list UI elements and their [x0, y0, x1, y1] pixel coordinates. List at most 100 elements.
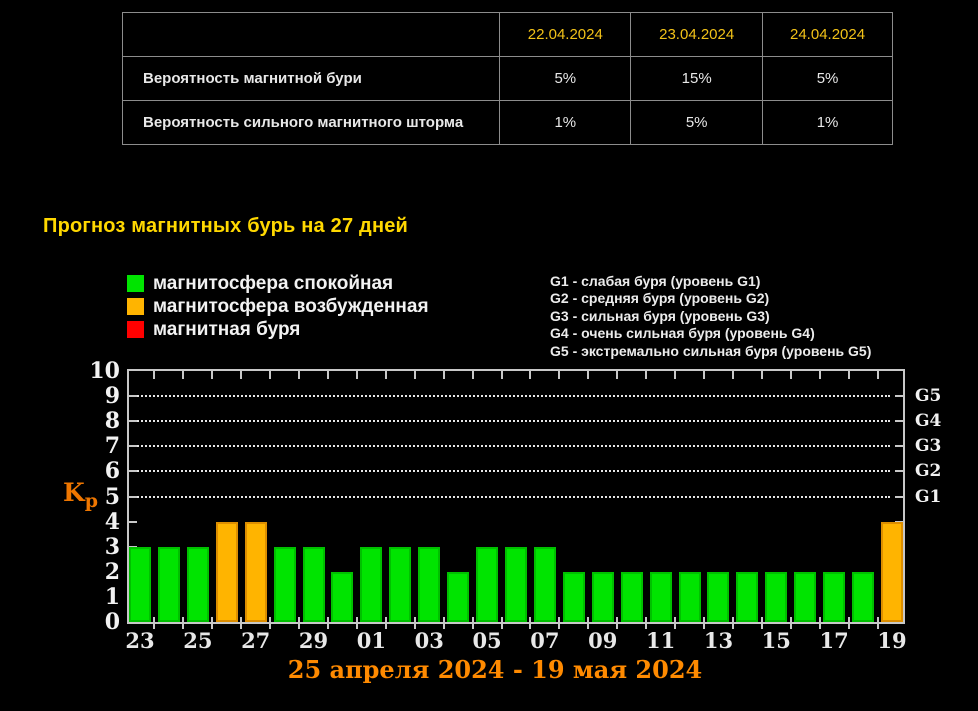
- y-tick-label-6: 6: [105, 457, 120, 485]
- top-tick: [732, 371, 734, 379]
- section-title: Прогноз магнитных бурь на 27 дней: [43, 215, 408, 238]
- kp-bar-06: [505, 547, 527, 622]
- x-tick-label-27: 27: [234, 629, 278, 653]
- table-date-2: 23.04.2024: [631, 13, 763, 57]
- top-tick: [819, 371, 821, 379]
- kp-bar-14: [736, 572, 758, 622]
- kp-bar-19: [881, 522, 903, 622]
- g-legend-line-g5: G5 - экстремально сильная буря (уровень …: [550, 343, 871, 360]
- kp-bar-16: [794, 572, 816, 622]
- y-tick-label-2: 2: [105, 558, 120, 586]
- kp-bar-27: [245, 522, 267, 622]
- right-axis-g-labels: G1 G2 G3 G4 G5: [915, 369, 975, 628]
- kp-bar-09: [592, 572, 614, 622]
- kp-bar-23: [129, 547, 151, 622]
- table-row: Вероятность сильного магнитного шторма 1…: [123, 101, 893, 145]
- gridline-kp7: [130, 445, 890, 447]
- x-tick-label-01: 01: [349, 629, 393, 653]
- table-cell: 1%: [500, 101, 631, 145]
- kp-bar-08: [563, 572, 585, 622]
- x-tick-label-29: 29: [292, 629, 336, 653]
- kp-bar-07: [534, 547, 556, 622]
- x-axis-tick-labels: 2325272901030507091113151719: [129, 629, 903, 655]
- x-tick-label-05: 05: [465, 629, 509, 653]
- kp-bar-04: [447, 572, 469, 622]
- top-tick: [501, 371, 503, 379]
- kp-bar-05: [476, 547, 498, 622]
- top-tick: [761, 371, 763, 379]
- y-tick-label-8: 8: [105, 407, 120, 435]
- kp-bar-24: [158, 547, 180, 622]
- y-tick: [129, 470, 137, 472]
- gridline-kp5: [130, 496, 890, 498]
- table-cell: 5%: [631, 101, 763, 145]
- row-label-severe-storm-probability: Вероятность сильного магнитного шторма: [123, 101, 500, 145]
- x-tick-label-07: 07: [523, 629, 567, 653]
- y-tick: [129, 521, 137, 523]
- top-tick: [558, 371, 560, 379]
- kp-bar-29: [303, 547, 325, 622]
- legend-item-quiet: магнитосфера спокойная: [127, 275, 429, 292]
- chart-date-range-caption: 25 апреля 2024 - 19 мая 2024: [106, 655, 884, 684]
- g-legend-line-g1: G1 - слабая буря (уровень G1): [550, 273, 871, 290]
- top-tick: [153, 371, 155, 379]
- kp-bar-10: [621, 572, 643, 622]
- y-tick: [895, 420, 903, 422]
- top-tick: [790, 371, 792, 379]
- kp-bar-28: [274, 547, 296, 622]
- y-tick-label-3: 3: [105, 533, 120, 561]
- x-tick-label-11: 11: [639, 629, 683, 653]
- y-tick: [895, 470, 903, 472]
- legend-label: магнитосфера спокойная: [153, 273, 393, 295]
- g-legend-line-g3: G3 - сильная буря (уровень G3): [550, 308, 871, 325]
- y-tick-label-7: 7: [105, 432, 120, 460]
- x-tick-label-15: 15: [754, 629, 798, 653]
- gridline-kp9: [130, 395, 890, 397]
- legend-item-storm: магнитная буря: [127, 321, 429, 338]
- y-axis-title-kp: Kp: [63, 478, 98, 512]
- g-label-g1: G1: [915, 486, 941, 508]
- g-legend-line-g2: G2 - средняя буря (уровень G2): [550, 290, 871, 307]
- x-tick-label-03: 03: [407, 629, 451, 653]
- kp-bar-01: [360, 547, 382, 622]
- x-tick-label-09: 09: [581, 629, 625, 653]
- legend-label: магнитная буря: [153, 319, 300, 341]
- x-tick-label-25: 25: [176, 629, 220, 653]
- kp-bar-12: [679, 572, 701, 622]
- y-tick: [895, 496, 903, 498]
- kp-bar-13: [707, 572, 729, 622]
- top-tick: [587, 371, 589, 379]
- top-tick: [211, 371, 213, 379]
- table-header-row: 22.04.2024 23.04.2024 24.04.2024: [123, 13, 893, 57]
- table-cell: 15%: [631, 57, 763, 101]
- y-tick-label-4: 4: [105, 508, 120, 536]
- top-tick: [327, 371, 329, 379]
- top-tick: [414, 371, 416, 379]
- legend-item-excited: магнитосфера возбужденная: [127, 298, 429, 315]
- top-tick: [529, 371, 531, 379]
- y-tick: [895, 395, 903, 397]
- x-tick-label-23: 23: [118, 629, 162, 653]
- top-tick: [848, 371, 850, 379]
- g-label-g5: G5: [915, 385, 941, 407]
- table-row: Вероятность магнитной бури 5% 15% 5%: [123, 57, 893, 101]
- excited-swatch-icon: [127, 298, 144, 315]
- y-tick: [895, 445, 903, 447]
- quiet-swatch-icon: [127, 275, 144, 292]
- g-label-g4: G4: [915, 410, 941, 432]
- kp-bar-25: [187, 547, 209, 622]
- kp-bar-11: [650, 572, 672, 622]
- top-tick: [616, 371, 618, 379]
- kp-bar-02: [389, 547, 411, 622]
- gridline-kp8: [130, 420, 890, 422]
- storm-swatch-icon: [127, 321, 144, 338]
- x-tick-label-19: 19: [870, 629, 914, 653]
- kp-bar-chart-plot-area: [127, 369, 905, 624]
- g-label-g2: G2: [915, 460, 941, 482]
- top-tick: [645, 371, 647, 379]
- table-cell: 1%: [763, 101, 893, 145]
- top-tick: [269, 371, 271, 379]
- top-tick: [298, 371, 300, 379]
- g-label-g3: G3: [915, 435, 941, 457]
- top-tick: [472, 371, 474, 379]
